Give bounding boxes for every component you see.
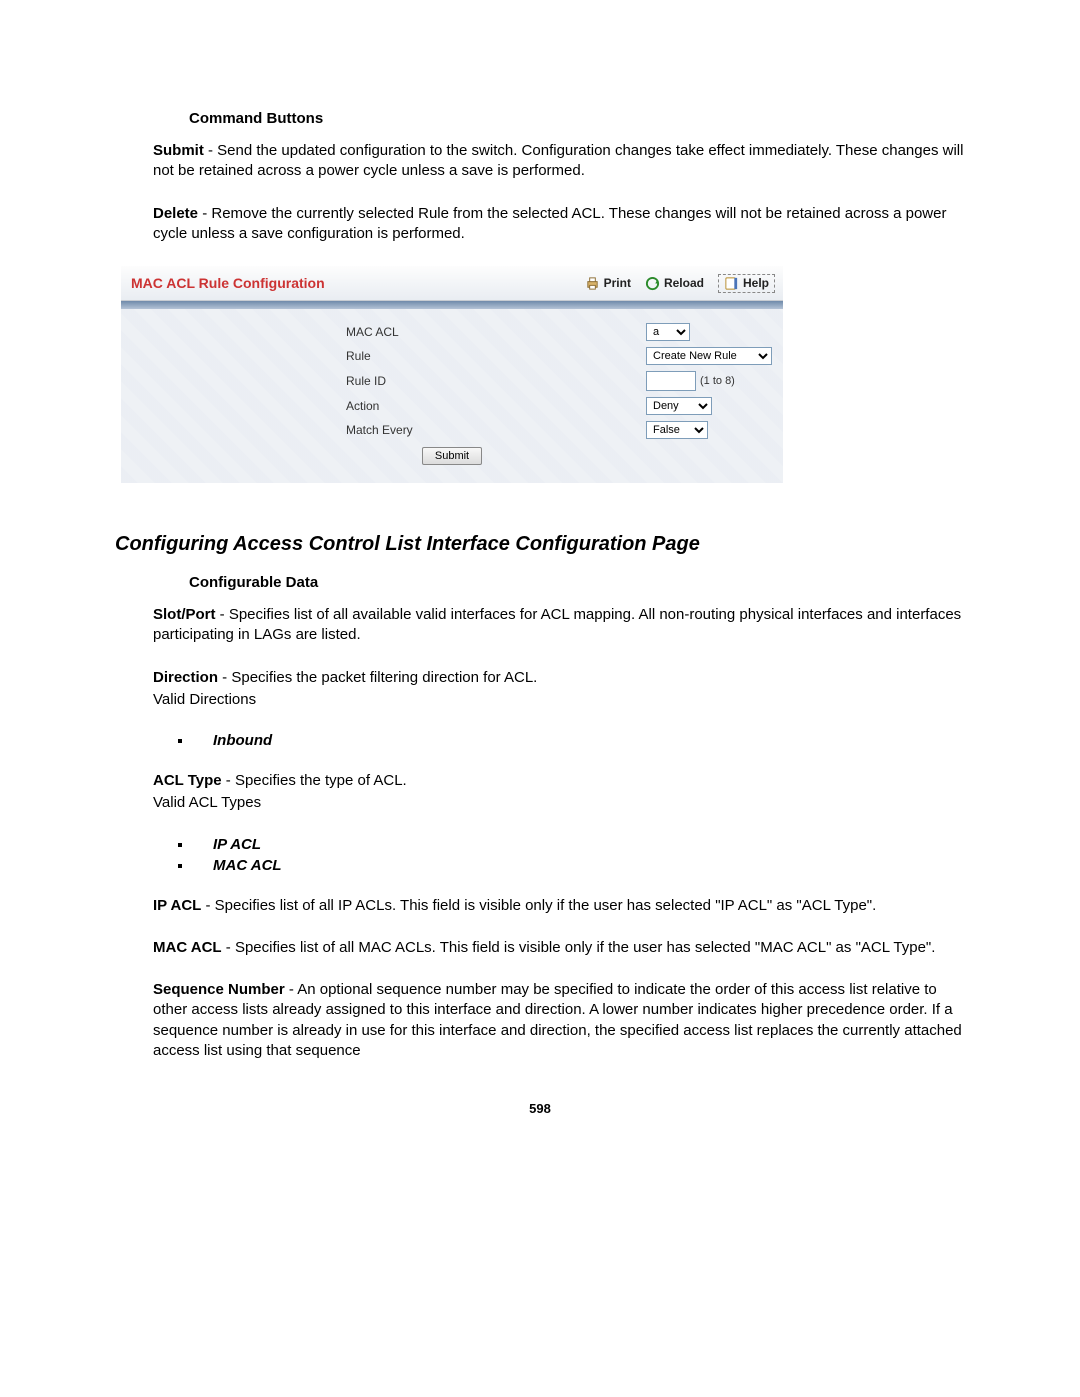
mac-acl-term: MAC ACL — [153, 939, 222, 956]
mac-acl-text: - Specifies list of all MAC ACLs. This f… — [222, 939, 936, 956]
rule-label: Rule — [131, 349, 646, 363]
sequence-number-para: Sequence Number - An optional sequence n… — [153, 980, 965, 1061]
reload-icon — [645, 276, 660, 291]
valid-acl-types: Valid ACL Types — [153, 793, 965, 813]
bullet-mac-acl: MAC ACL — [193, 857, 965, 874]
delete-text: - Remove the currently selected Rule fro… — [153, 205, 946, 242]
mac-acl-panel: MAC ACL Rule Configuration Print Reload — [121, 266, 783, 483]
mac-acl-select[interactable]: a — [646, 323, 690, 341]
delete-term: Delete — [153, 205, 198, 222]
reload-button[interactable]: Reload — [645, 276, 704, 291]
config-page-heading: Configuring Access Control List Interfac… — [115, 533, 965, 556]
page-number: 598 — [115, 1101, 965, 1116]
reload-label: Reload — [664, 276, 704, 290]
slot-port-text: - Specifies list of all available valid … — [153, 606, 961, 643]
ip-acl-text: - Specifies list of all IP ACLs. This fi… — [201, 897, 876, 914]
submit-term: Submit — [153, 142, 204, 159]
ip-acl-term: IP ACL — [153, 897, 201, 914]
direction-bullets: Inbound — [175, 732, 965, 749]
sequence-number-term: Sequence Number — [153, 981, 285, 998]
form-area: MAC ACL a Rule Create New Rule Rule ID (… — [121, 309, 783, 483]
submit-description: Submit - Send the updated configuration … — [153, 141, 965, 182]
configurable-data-heading: Configurable Data — [189, 574, 965, 591]
submit-button[interactable]: Submit — [422, 447, 482, 465]
acl-type-para: ACL Type - Specifies the type of ACL. — [153, 771, 965, 791]
slot-port-term: Slot/Port — [153, 606, 216, 623]
printer-icon — [585, 276, 600, 291]
rule-id-hint: (1 to 8) — [700, 375, 735, 387]
submit-text: - Send the updated configuration to the … — [153, 142, 963, 179]
direction-text: - Specifies the packet filtering directi… — [218, 669, 537, 686]
match-every-label: Match Every — [131, 423, 646, 437]
bullet-inbound: Inbound — [193, 732, 965, 749]
panel-actions: Print Reload Help — [585, 274, 775, 293]
acl-type-text: - Specifies the type of ACL. — [222, 772, 407, 789]
rule-select[interactable]: Create New Rule — [646, 347, 772, 365]
action-select[interactable]: Deny — [646, 397, 712, 415]
rule-id-label: Rule ID — [131, 374, 646, 388]
acl-type-bullets: IP ACL MAC ACL — [175, 836, 965, 874]
direction-para: Direction - Specifies the packet filteri… — [153, 668, 965, 688]
valid-directions: Valid Directions — [153, 690, 965, 710]
slot-port-para: Slot/Port - Specifies list of all availa… — [153, 605, 965, 646]
panel-title: MAC ACL Rule Configuration — [131, 275, 585, 291]
mac-acl-label: MAC ACL — [131, 325, 646, 339]
direction-term: Direction — [153, 669, 218, 686]
ip-acl-para: IP ACL - Specifies list of all IP ACLs. … — [153, 896, 965, 916]
print-label: Print — [604, 276, 631, 290]
rule-id-input[interactable] — [646, 371, 696, 391]
mac-acl-para: MAC ACL - Specifies list of all MAC ACLs… — [153, 938, 965, 958]
print-button[interactable]: Print — [585, 276, 631, 291]
help-label: Help — [743, 276, 769, 290]
match-every-select[interactable]: False — [646, 421, 708, 439]
panel-stripe — [121, 301, 783, 309]
help-button[interactable]: Help — [718, 274, 775, 293]
panel-header: MAC ACL Rule Configuration Print Reload — [121, 266, 783, 301]
help-icon — [724, 276, 739, 291]
command-buttons-heading: Command Buttons — [189, 110, 965, 127]
action-label: Action — [131, 399, 646, 413]
acl-type-term: ACL Type — [153, 772, 222, 789]
delete-description: Delete - Remove the currently selected R… — [153, 204, 965, 245]
bullet-ip-acl: IP ACL — [193, 836, 965, 853]
